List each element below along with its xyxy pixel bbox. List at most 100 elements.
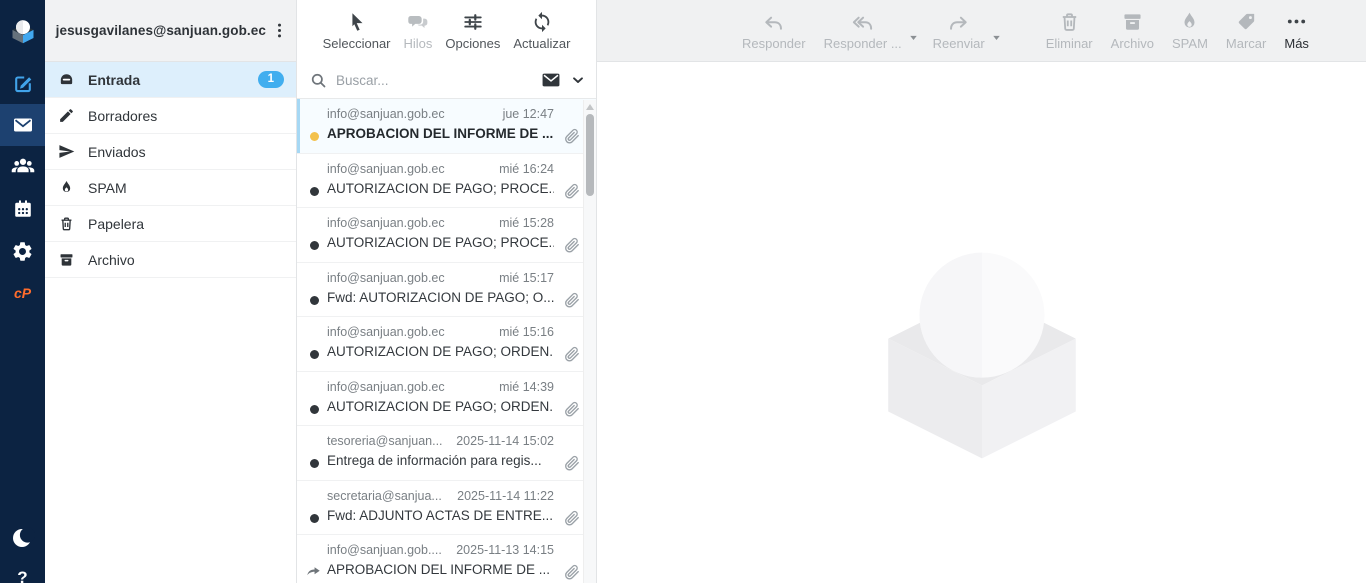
spam-button[interactable]: SPAM — [1163, 10, 1217, 51]
message-date: mié 15:28 — [499, 216, 554, 230]
message-sender: info@sanjuan.gob.ec — [327, 162, 445, 176]
inbox-icon — [58, 71, 75, 88]
message-row[interactable]: info@sanjuan.gob.ec mié 15:16 AUTORIZACI… — [297, 317, 596, 372]
message-row[interactable]: info@sanjuan.gob.ec mié 16:24 AUTORIZACI… — [297, 154, 596, 209]
reply-all-icon — [851, 10, 874, 33]
compose-button[interactable] — [0, 62, 45, 104]
trash-icon — [1058, 10, 1081, 33]
send-icon — [58, 143, 75, 160]
list-scrollbar[interactable] — [583, 100, 596, 583]
mark-button[interactable]: Marcar — [1217, 10, 1275, 51]
app-logo — [0, 0, 45, 62]
rail-settings-button[interactable] — [0, 230, 45, 272]
content-body — [597, 62, 1366, 583]
rail-calendar-button[interactable] — [0, 188, 45, 230]
rail-contacts-button[interactable] — [0, 146, 45, 188]
status-dot-icon[interactable] — [310, 514, 319, 523]
more-button[interactable]: Más — [1275, 10, 1318, 51]
search-options-toggle[interactable] — [570, 72, 586, 88]
folder-item-spam[interactable]: SPAM — [45, 170, 296, 206]
reply-all-dropdown-caret[interactable] — [907, 31, 920, 44]
help-question-mark: ? — [17, 569, 27, 583]
message-row[interactable]: info@sanjuan.gob.ec mié 15:17 Fwd: AUTOR… — [297, 263, 596, 318]
message-sender: info@sanjuan.gob.ec — [327, 325, 445, 339]
attachment-paperclip-icon — [563, 237, 581, 255]
account-menu-button[interactable] — [266, 16, 292, 46]
message-date: 2025-11-13 14:15 — [456, 543, 554, 557]
folder-label: Entrada — [88, 72, 140, 88]
more-dots-icon — [1285, 10, 1308, 33]
search-input[interactable] — [336, 73, 532, 88]
forward-icon — [947, 10, 970, 33]
message-row[interactable]: secretaria@sanjua... 2025-11-14 11:22 Fw… — [297, 481, 596, 536]
pencil-icon — [58, 107, 75, 124]
message-date: mié 15:16 — [499, 325, 554, 339]
rail-mail-button[interactable] — [0, 104, 45, 146]
message-subject: Entrega de información para regis... — [327, 453, 554, 468]
chevron-down-icon — [570, 72, 586, 88]
box-sphere-logo-icon — [9, 17, 37, 45]
message-date: mié 16:24 — [499, 162, 554, 176]
folder-pane: jesusgavilanes@sanjuan.gob.ec Entrada 1 — [45, 0, 297, 583]
sliders-icon — [462, 11, 484, 33]
message-row[interactable]: info@sanjuan.gob.ec jue 12:47 APROBACION… — [297, 99, 596, 154]
reply-all-button[interactable]: Responder ... — [815, 10, 911, 51]
scrollbar-thumb[interactable] — [586, 114, 594, 196]
options-button[interactable]: Opciones — [442, 9, 503, 53]
help-button[interactable]: ? — [0, 559, 45, 583]
message-date: mié 14:39 — [499, 380, 554, 394]
delete-button[interactable]: Eliminar — [1037, 10, 1102, 51]
message-sender: info@sanjuan.gob.ec — [327, 107, 445, 121]
message-row[interactable]: info@sanjuan.gob.... 2025-11-13 14:15 AP… — [297, 535, 596, 583]
archive-label: Archivo — [1111, 36, 1154, 51]
search-scope-button[interactable] — [540, 69, 562, 91]
chat-bubbles-icon — [407, 11, 429, 33]
dark-mode-button[interactable] — [0, 517, 45, 559]
folder-item-inbox[interactable]: Entrada 1 — [45, 62, 296, 98]
message-subject: Fwd: AUTORIZACION DE PAGO; O... — [327, 290, 554, 305]
rail-cpanel-button[interactable]: cP — [0, 272, 45, 314]
webmail-app: cP ? jesusgavilanes@sanjuan.gob.ec — [0, 0, 1366, 583]
folder-item-trash[interactable]: Papelera — [45, 206, 296, 242]
more-label: Más — [1284, 36, 1309, 51]
select-button[interactable]: Seleccionar — [320, 9, 394, 53]
folder-label: Archivo — [88, 252, 135, 268]
compose-icon — [11, 71, 35, 95]
message-subject: AUTORIZACION DE PAGO; ORDEN... — [327, 399, 554, 414]
account-email: jesusgavilanes@sanjuan.gob.ec — [56, 23, 266, 38]
status-dot-icon[interactable] — [310, 350, 319, 359]
refresh-button[interactable]: Actualizar — [510, 9, 573, 53]
message-subject: Fwd: ADJUNTO ACTAS DE ENTRE... — [327, 508, 554, 523]
message-sender: info@sanjuan.gob.ec — [327, 216, 445, 230]
select-label: Seleccionar — [323, 36, 391, 51]
status-dot-icon[interactable] — [310, 241, 319, 250]
app-rail: cP ? — [0, 0, 45, 583]
message-list-pane: Seleccionar Hilos Opciones — [297, 0, 597, 583]
folder-item-drafts[interactable]: Borradores — [45, 98, 296, 134]
folder-item-archive[interactable]: Archivo — [45, 242, 296, 278]
status-dot-icon[interactable] — [310, 187, 319, 196]
content-pane: Responder Responder ... Reenviar — [597, 0, 1366, 583]
reply-button[interactable]: Responder — [733, 10, 815, 51]
status-dot-icon[interactable] — [310, 405, 319, 414]
folder-label: Enviados — [88, 144, 146, 160]
status-dot-icon[interactable] — [310, 459, 319, 468]
folder-list: Entrada 1 Borradores Enviados SPAM — [45, 62, 296, 278]
message-row[interactable]: info@sanjuan.gob.ec mié 14:39 AUTORIZACI… — [297, 372, 596, 427]
delete-label: Eliminar — [1046, 36, 1093, 51]
attachment-paperclip-icon — [563, 183, 581, 201]
threads-button[interactable]: Hilos — [401, 9, 436, 53]
message-row[interactable]: tesoreria@sanjuan... 2025-11-14 15:02 En… — [297, 426, 596, 481]
scrollbar-up-arrow[interactable] — [586, 104, 594, 110]
forward-dropdown-caret[interactable] — [990, 31, 1003, 44]
status-dot-icon[interactable] — [310, 296, 319, 305]
archive-button[interactable]: Archivo — [1102, 10, 1163, 51]
message-row[interactable]: info@sanjuan.gob.ec mié 15:28 AUTORIZACI… — [297, 208, 596, 263]
forward-button[interactable]: Reenviar — [924, 10, 994, 51]
flagged-dot-icon[interactable] — [310, 132, 319, 141]
message-date: mié 15:17 — [499, 271, 554, 285]
attachment-paperclip-icon — [563, 292, 581, 310]
folder-item-sent[interactable]: Enviados — [45, 134, 296, 170]
content-toolbar: Responder Responder ... Reenviar — [597, 0, 1366, 62]
list-toolbar: Seleccionar Hilos Opciones — [297, 0, 596, 62]
